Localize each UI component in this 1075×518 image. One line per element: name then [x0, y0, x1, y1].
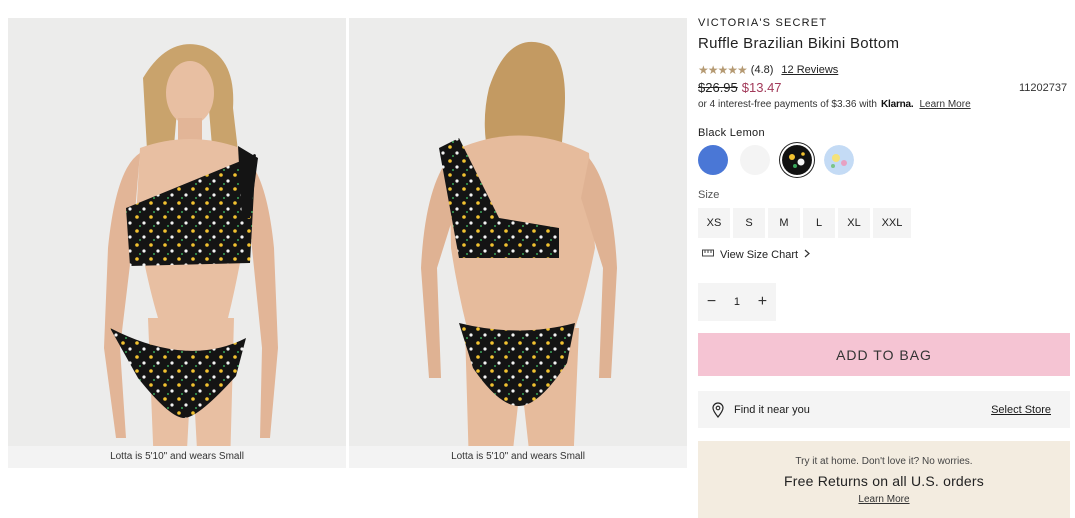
ruler-icon — [702, 248, 714, 261]
star-rating-icon: ★★★★★ — [698, 63, 748, 77]
quantity-decrease-button[interactable]: − — [707, 293, 716, 311]
product-sku: 11202737 — [1019, 82, 1068, 94]
location-pin-icon — [712, 401, 724, 418]
swatch-black-lemon[interactable] — [782, 145, 812, 175]
original-price: $26.95 — [698, 80, 738, 95]
size-option-s[interactable]: S — [733, 208, 765, 238]
sale-price: $13.47 — [741, 80, 782, 95]
add-to-bag-button[interactable]: ADD TO BAG — [698, 333, 1070, 376]
size-option-xl[interactable]: XL — [838, 208, 870, 238]
quantity-stepper: − 1 + — [698, 283, 776, 321]
image-caption: Lotta is 5'10" and wears Small — [349, 446, 687, 468]
klarna-learn-more-link[interactable]: Learn More — [920, 99, 971, 110]
size-option-m[interactable]: M — [768, 208, 800, 238]
returns-headline: Free Returns on all U.S. orders — [784, 473, 984, 489]
quantity-increase-button[interactable]: + — [758, 293, 767, 311]
returns-learn-more-link[interactable]: Learn More — [698, 494, 1070, 505]
brand-name[interactable]: VICTORIA'S SECRET — [698, 17, 827, 29]
klarna-logo: Klarna. — [880, 99, 914, 110]
swatch-blue[interactable] — [698, 145, 728, 175]
color-swatches — [698, 145, 854, 175]
size-option-xxl[interactable]: XXL — [873, 208, 911, 238]
size-option-l[interactable]: L — [803, 208, 835, 238]
product-image-back[interactable]: Lotta is 5'10" and wears Small — [349, 18, 687, 468]
free-returns-banner: Try it at home. Don't love it? No worrie… — [698, 441, 1070, 518]
size-options: XS S M L XL XXL — [698, 208, 911, 238]
rating-value: (4.8) — [750, 64, 774, 76]
black-lemon-pattern-icon — [782, 145, 812, 175]
swatch-white[interactable] — [740, 145, 770, 175]
size-chart-link[interactable]: View Size Chart — [702, 248, 810, 261]
image-caption: Lotta is 5'10" and wears Small — [8, 446, 346, 468]
size-option-xs[interactable]: XS — [698, 208, 730, 238]
returns-tagline: Try it at home. Don't love it? No worrie… — [795, 456, 973, 467]
price-block: $26.95 $13.47 — [698, 80, 782, 95]
rating-row: ★★★★★ (4.8) 12 Reviews — [698, 63, 838, 77]
light-floral-pattern-icon — [824, 145, 854, 175]
select-store-link[interactable]: Select Store — [991, 404, 1051, 416]
installment-text: or 4 interest-free payments of $3.36 wit… — [698, 99, 877, 110]
product-image-front[interactable]: Lotta is 5'10" and wears Small — [8, 18, 346, 468]
model-back-illustration — [421, 41, 617, 468]
model-front-illustration — [104, 44, 278, 468]
find-in-store-row: Find it near you Select Store — [698, 391, 1070, 428]
size-chart-label: View Size Chart — [720, 248, 799, 261]
selected-color-name: Black Lemon — [698, 127, 765, 139]
find-near-you-label: Find it near you — [734, 403, 810, 416]
product-title: Ruffle Brazilian Bikini Bottom — [698, 35, 900, 52]
installment-row: or 4 interest-free payments of $3.36 wit… — [698, 99, 971, 110]
swatch-light-floral[interactable] — [824, 145, 854, 175]
size-label: Size — [698, 189, 720, 201]
chevron-right-icon — [804, 249, 810, 261]
quantity-value[interactable]: 1 — [734, 296, 740, 308]
reviews-link[interactable]: 12 Reviews — [781, 64, 838, 76]
